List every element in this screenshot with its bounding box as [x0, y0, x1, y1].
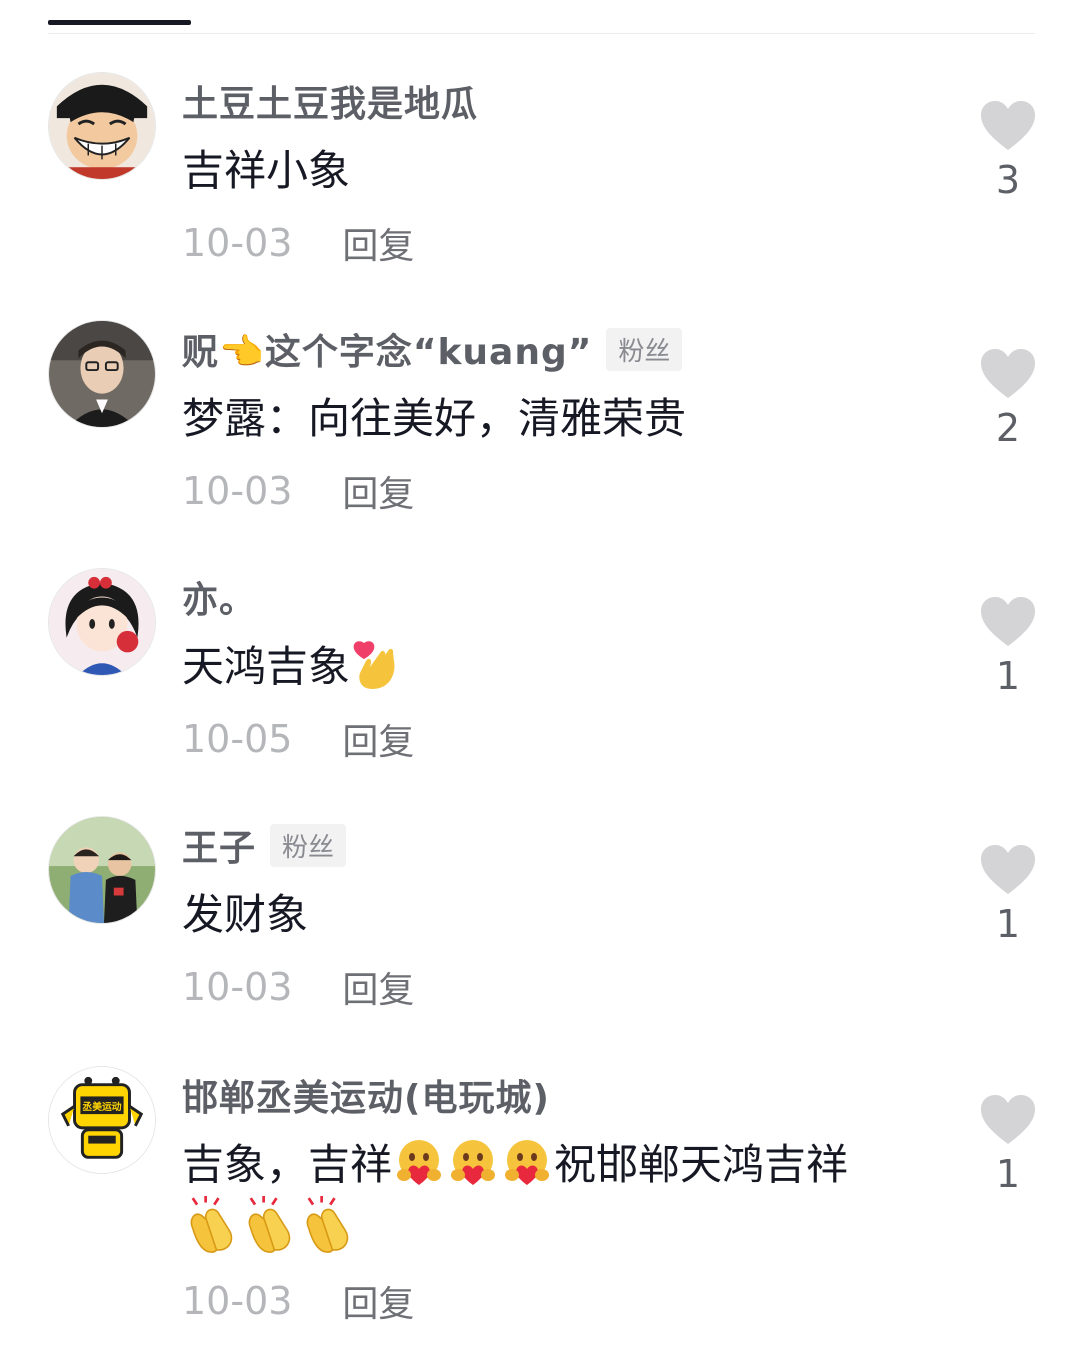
- avatar-image: [49, 817, 155, 923]
- comment-header: 王子 粉丝: [182, 819, 347, 871]
- heart-icon: [981, 1095, 1035, 1144]
- heart-icon: [981, 845, 1035, 894]
- comment-text-value: 天鸿吉象: [182, 642, 351, 691]
- avatar[interactable]: [48, 72, 156, 180]
- comment-text: 发财象: [182, 890, 309, 939]
- username[interactable]: 邯郸丞美运动(电玩城): [182, 1069, 550, 1121]
- reply-button[interactable]: 回复: [342, 713, 414, 765]
- like-count: 3: [995, 158, 1021, 202]
- avatar[interactable]: [48, 320, 156, 428]
- comment-date: 10-03: [182, 221, 293, 265]
- comment-meta: 10-05 回复: [182, 714, 414, 764]
- reply-button[interactable]: 回复: [342, 465, 414, 517]
- comment-meta: 10-03 回复: [182, 218, 414, 268]
- like-count: 2: [995, 406, 1021, 450]
- comment-header: 土豆土豆我是地瓜: [182, 76, 478, 126]
- like-button[interactable]: 1: [968, 1094, 1048, 1196]
- fan-badge: 粉丝: [270, 823, 347, 867]
- like-count: 1: [995, 902, 1021, 946]
- avatar-image: 丞美运动: [49, 1067, 155, 1173]
- comment-text-part2: 祝邯郸天鸿吉祥: [554, 1140, 849, 1189]
- heart-icon: [981, 101, 1035, 150]
- avatar[interactable]: [48, 816, 156, 924]
- comment-date: 10-05: [182, 717, 293, 761]
- like-button[interactable]: 1: [968, 596, 1048, 698]
- top-divider: [48, 33, 1035, 34]
- avatar-image: [49, 321, 155, 427]
- username[interactable]: 土豆土豆我是地瓜: [182, 75, 478, 127]
- fan-badge: 粉丝: [606, 327, 683, 371]
- comment-text: 天鸿吉象: [182, 636, 404, 698]
- comment-header: 亦。: [182, 572, 256, 622]
- reply-button[interactable]: 回复: [342, 1275, 414, 1327]
- username[interactable]: 亦。: [182, 571, 256, 623]
- hugging-heart-emoji: [446, 1135, 500, 1189]
- hugging-heart-emoji: [500, 1135, 554, 1189]
- comment-text: 梦露：向往美好，清雅荣贵: [182, 394, 687, 443]
- reply-button[interactable]: 回复: [342, 217, 414, 269]
- clapping-hands-emoji: [182, 1196, 240, 1254]
- heart-icon: [981, 597, 1035, 646]
- active-tab-indicator: [48, 20, 191, 25]
- like-count: 1: [995, 654, 1021, 698]
- clapping-hands-emoji: [298, 1196, 356, 1254]
- comment-meta: 10-03 回复: [182, 466, 414, 516]
- comment-meta: 10-03 回复: [182, 1276, 414, 1326]
- like-button[interactable]: 1: [968, 844, 1048, 946]
- comment-text: 吉祥小象: [182, 146, 351, 195]
- like-button[interactable]: 3: [968, 100, 1048, 202]
- comment-emoji-line: [182, 1196, 356, 1261]
- comment-header: 邯郸丞美运动(电玩城): [182, 1070, 550, 1120]
- like-button[interactable]: 2: [968, 348, 1048, 450]
- avatar[interactable]: 丞美运动: [48, 1066, 156, 1174]
- comment-date: 10-03: [182, 469, 293, 513]
- comment-date: 10-03: [182, 965, 293, 1009]
- avatar-image: [49, 569, 155, 675]
- avatar-logo-text: 丞美运动: [82, 1100, 121, 1113]
- comment-date: 10-03: [182, 1279, 293, 1323]
- hugging-heart-emoji: [392, 1135, 446, 1189]
- comment-text: 吉象，吉祥 祝邯郸天鸿吉祥: [182, 1134, 848, 1196]
- avatar-image: [49, 73, 155, 179]
- clapping-hands-emoji: [240, 1196, 298, 1254]
- username[interactable]: 贶👈这个字念“kuang”: [182, 323, 592, 375]
- avatar[interactable]: [48, 568, 156, 676]
- comment-header: 贶👈这个字念“kuang” 粉丝: [182, 323, 683, 375]
- heart-icon: [981, 349, 1035, 398]
- reply-button[interactable]: 回复: [342, 961, 414, 1013]
- comment-meta: 10-03 回复: [182, 962, 414, 1012]
- username[interactable]: 王子: [182, 819, 256, 871]
- like-count: 1: [995, 1152, 1021, 1196]
- comment-text-part1: 吉象，吉祥: [182, 1140, 393, 1189]
- heart-hands-emoji: [350, 637, 404, 691]
